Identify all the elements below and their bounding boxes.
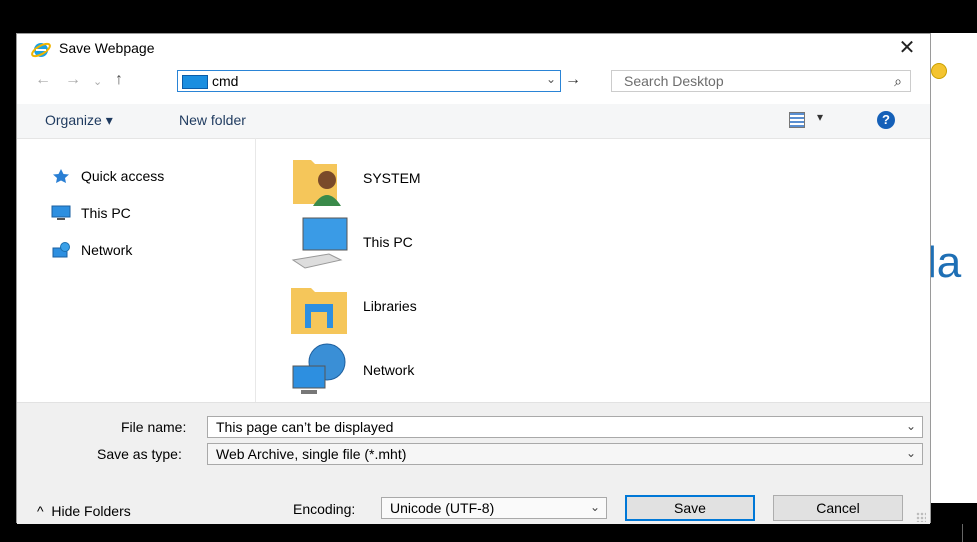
- view-dropdown-icon[interactable]: ▾: [817, 110, 823, 124]
- chevron-down-icon[interactable]: ⌄: [590, 500, 600, 514]
- list-item-label: SYSTEM: [363, 170, 421, 186]
- sidebar-item-label: Quick access: [81, 168, 165, 184]
- list-item-label: Network: [363, 362, 415, 378]
- list-item-label: Libraries: [363, 298, 417, 314]
- hide-folders-button[interactable]: ^ Hide Folders: [37, 503, 131, 519]
- file-list: SYSTEM This PC Libraries Network: [255, 138, 931, 402]
- encoding-label: Encoding:: [293, 501, 356, 517]
- go-arrow-icon[interactable]: →: [565, 71, 581, 89]
- help-icon[interactable]: ?: [877, 111, 895, 129]
- save-type-select[interactable]: Web Archive, single file (*.mht) ⌄: [207, 443, 923, 465]
- chevron-down-icon[interactable]: ⌄: [906, 446, 916, 460]
- navigation-bar: ← → ⌄ ↑ cmd ⌄ → Search Desktop ⌕: [17, 67, 930, 97]
- encoding-value: Unicode (UTF-8): [390, 500, 495, 516]
- view-options-icon[interactable]: [789, 112, 805, 128]
- computer-icon: [291, 217, 348, 269]
- organize-button[interactable]: Organize ▾: [45, 112, 113, 129]
- search-icon[interactable]: ⌕: [894, 73, 902, 90]
- save-type-value: Web Archive, single file (*.mht): [216, 446, 407, 462]
- chevron-down-icon[interactable]: ⌄: [546, 72, 556, 86]
- desktop-icon: [182, 75, 208, 89]
- computer-icon: [51, 205, 71, 220]
- search-input[interactable]: Search Desktop ⌕: [611, 70, 911, 92]
- back-arrow-icon[interactable]: ←: [35, 71, 51, 89]
- address-value: cmd: [212, 73, 239, 89]
- libraries-icon: [291, 288, 347, 334]
- address-bar[interactable]: cmd ⌄: [177, 70, 561, 92]
- search-placeholder: Search Desktop: [624, 73, 724, 89]
- background-text: la: [927, 238, 962, 287]
- save-type-label: Save as type:: [97, 446, 182, 462]
- chevron-down-icon[interactable]: ⌄: [906, 419, 916, 433]
- taskbar-divider: [962, 524, 963, 542]
- command-toolbar: Organize ▾ New folder ▾ ?: [17, 104, 930, 139]
- navigation-pane: Quick access This PC Network: [17, 138, 256, 402]
- sidebar-item-label: This PC: [81, 205, 131, 221]
- save-dialog: Save Webpage ✕ ← → ⌄ ↑ cmd ⌄ → Search De…: [16, 33, 931, 524]
- background-window: la: [927, 33, 977, 503]
- save-button[interactable]: Save: [625, 495, 755, 521]
- encoding-select[interactable]: Unicode (UTF-8) ⌄: [381, 497, 607, 519]
- hide-folders-label: Hide Folders: [51, 503, 131, 519]
- resize-grip[interactable]: [916, 512, 926, 522]
- window-title: Save Webpage: [59, 40, 155, 56]
- user-folder-icon: [293, 160, 341, 206]
- list-item-label: This PC: [363, 234, 413, 250]
- file-name-label: File name:: [121, 419, 187, 435]
- title-bar: Save Webpage ✕: [17, 34, 930, 64]
- recent-locations-icon[interactable]: ⌄: [93, 75, 102, 88]
- star-pin-icon: [53, 169, 69, 183]
- new-folder-button[interactable]: New folder: [179, 112, 246, 128]
- file-name-input[interactable]: This page can’t be displayed ⌄: [207, 416, 923, 438]
- up-arrow-icon[interactable]: ↑: [115, 71, 123, 89]
- network-icon: [52, 242, 70, 258]
- sidebar-item-label: Network: [81, 242, 133, 258]
- file-name-value: This page can’t be displayed: [216, 419, 394, 435]
- cancel-button[interactable]: Cancel: [773, 495, 903, 521]
- save-options-panel: File name: This page can’t be displayed …: [17, 402, 930, 524]
- internet-explorer-icon: [31, 42, 51, 58]
- forward-arrow-icon[interactable]: →: [65, 71, 81, 89]
- network-globe-icon: [292, 343, 346, 394]
- close-button[interactable]: ✕: [890, 34, 924, 62]
- smiley-icon: [931, 63, 947, 79]
- chevron-up-icon: ^: [37, 503, 44, 519]
